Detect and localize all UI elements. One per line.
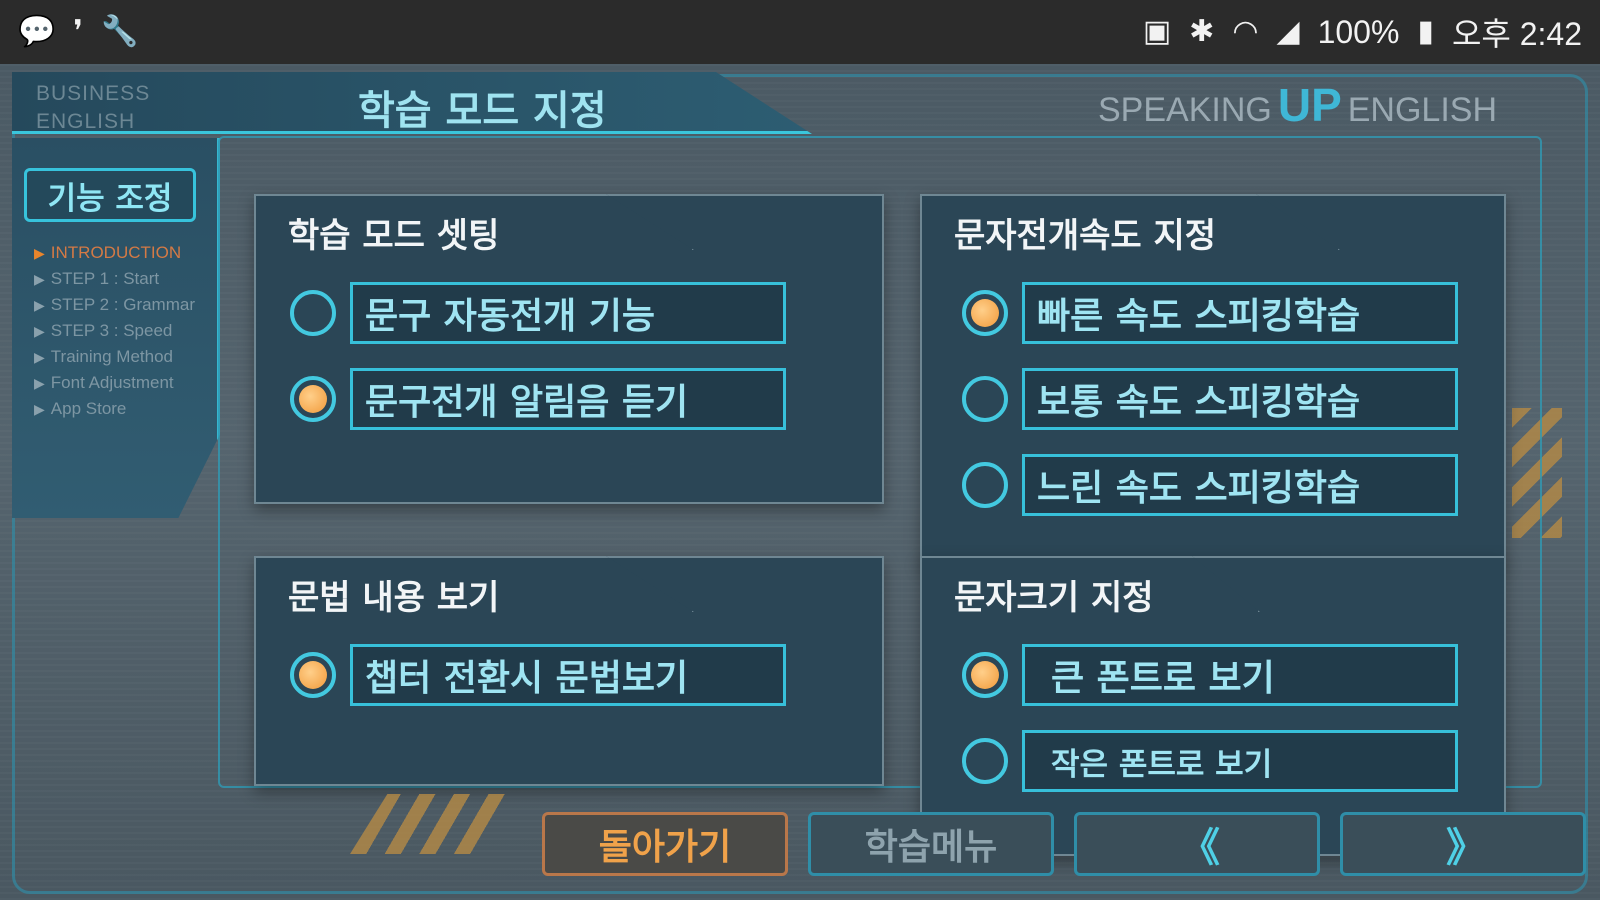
radio-button-selected[interactable] [962,652,1008,698]
radio-button[interactable] [962,462,1008,508]
sidebar-item-step3[interactable]: ▶ STEP 3 : Speed [34,318,195,344]
sidebar-item-step2[interactable]: ▶ STEP 2 : Grammar [34,292,195,318]
business-english-logo: BUSINESS ENGLISH [36,82,151,133]
battery-percent: 100% [1317,13,1400,50]
wrench-icon: 🔧 [101,14,139,49]
panel-study-mode: 학습 모드 셋팅 문구 자동전개 기능 문구전개 알림음 듣기 [254,194,884,504]
option-small-font[interactable]: 작은 폰트로 보기 [962,730,1458,792]
sidebar-item-app-store[interactable]: ▶ App Store [34,396,195,422]
sidebar-item-introduction[interactable]: ▶ INTRODUCTION [34,240,195,266]
panel-title: 학습 모드 셋팅 [288,216,500,256]
panel-text-speed: 문자전개속도 지정 빠른 속도 스피킹학습 보통 속도 스피킹학습 느린 속도 … [920,194,1506,564]
sidebar-heading: 기능 조정 [24,168,196,222]
option-label: 큰 폰트로 보기 [1022,644,1458,706]
bluetooth-icon: ✱ [1189,14,1215,49]
speaking-up-english-logo: SPEAKING UP ENGLISH [1098,79,1498,131]
sidebar-item-step1[interactable]: ▶ STEP 1 : Start [34,266,195,292]
study-menu-button[interactable]: 학습메뉴 [808,812,1054,876]
panel-text-size: 문자크기 지정 큰 폰트로 보기 작은 폰트로 보기 [920,556,1506,856]
next-button[interactable]: 》 [1340,812,1586,876]
previous-button[interactable]: 《 [1074,812,1320,876]
arrow-right-icon: ▶ [34,271,45,287]
option-label: 느린 속도 스피킹학습 [1022,454,1458,516]
arrow-right-icon: ▶ [34,375,45,391]
option-auto-expand[interactable]: 문구 자동전개 기능 [290,282,786,344]
battery-saver-icon: ▣ [1142,14,1172,49]
radio-button-selected[interactable] [962,290,1008,336]
panel-title: 문자크기 지정 [954,578,1154,618]
option-large-font[interactable]: 큰 폰트로 보기 [962,644,1458,706]
option-label: 문구 자동전개 기능 [350,282,786,344]
option-grammar-on-chapter[interactable]: 챕터 전환시 문법보기 [290,644,786,706]
sidebar-item-training-method[interactable]: ▶ Training Method [34,344,195,370]
battery-icon: ▮ [1417,14,1434,49]
page-title: 학습 모드 지정 [358,88,607,134]
option-label: 문구전개 알림음 듣기 [350,368,786,430]
option-fast-speed[interactable]: 빠른 속도 스피킹학습 [962,282,1458,344]
app-screen: BUSINESS ENGLISH 학습 모드 지정 SPEAKING UP EN… [0,64,1600,900]
wifi-icon: ◠ [1232,14,1259,49]
radio-button[interactable] [962,376,1008,422]
option-label: 챕터 전환시 문법보기 [350,644,786,706]
option-normal-speed[interactable]: 보통 속도 스피킹학습 [962,368,1458,430]
back-button[interactable]: 돌아가기 [542,812,788,876]
option-label: 작은 폰트로 보기 [1022,730,1458,792]
arrow-right-icon: ▶ [34,245,45,261]
option-label: 보통 속도 스피킹학습 [1022,368,1458,430]
status-bar: 💬 ❜ 🔧 ▣ ✱ ◠ ◢ 100% ▮ 오후 2:42 [0,0,1600,64]
option-label: 빠른 속도 스피킹학습 [1022,282,1458,344]
arrow-right-icon: ▶ [34,323,45,339]
arrow-right-icon: ▶ [34,297,45,313]
sidebar-menu: ▶ INTRODUCTION ▶ STEP 1 : Start ▶ STEP 2… [34,240,195,422]
panel-title: 문법 내용 보기 [288,578,500,618]
radio-button[interactable] [962,738,1008,784]
arrow-right-icon: ▶ [34,401,45,417]
option-slow-speed[interactable]: 느린 속도 스피킹학습 [962,454,1458,516]
panel-title: 문자전개속도 지정 [954,216,1217,256]
signal-icon: ◢ [1276,14,1300,49]
option-expand-sound[interactable]: 문구전개 알림음 듣기 [290,368,786,430]
notification-icon: ❜ [73,14,84,49]
radio-button[interactable] [290,290,336,336]
clock: 오후 2:42 [1451,16,1582,52]
sidebar-item-font-adjustment[interactable]: ▶ Font Adjustment [34,370,195,396]
panel-grammar: 문법 내용 보기 챕터 전환시 문법보기 [254,556,884,786]
arrow-right-icon: ▶ [34,349,45,365]
radio-button-selected[interactable] [290,376,336,422]
radio-button-selected[interactable] [290,652,336,698]
chat-icon: 💬 [18,14,56,49]
